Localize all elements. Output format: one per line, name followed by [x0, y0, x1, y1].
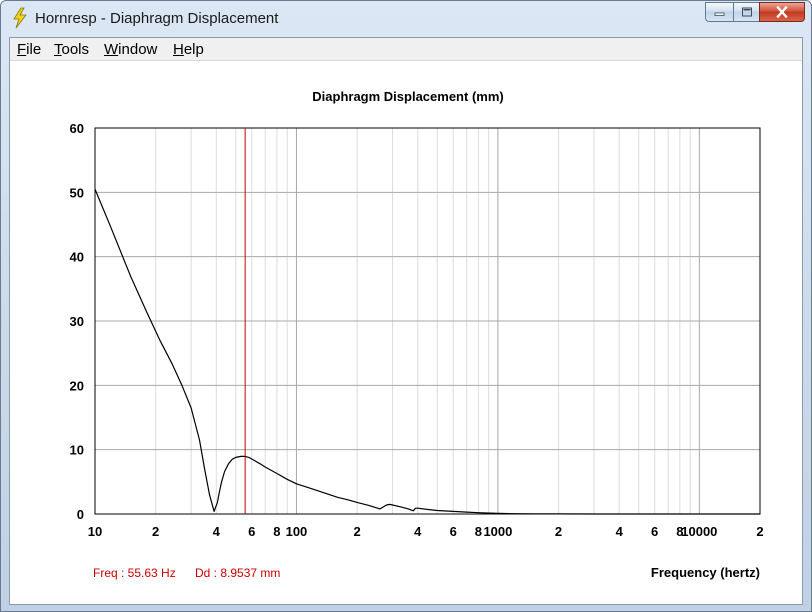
x-tick-label: 100: [286, 524, 308, 539]
grid: [94, 127, 761, 515]
y-axis-ticks: 0 10 20 30 40 50 60: [70, 121, 84, 522]
window-title: Hornresp - Diaphragm Displacement: [35, 10, 279, 27]
x-tick-label: 2: [353, 524, 360, 539]
maximize-button[interactable]: [733, 2, 759, 22]
chart-title: Diaphragm Displacement (mm): [312, 89, 503, 104]
y-tick-label: 0: [77, 507, 84, 522]
x-tick-label: 4: [616, 524, 624, 539]
maximize-icon: [741, 7, 752, 17]
y-tick-label: 40: [70, 250, 84, 265]
y-tick-label: 20: [70, 378, 84, 393]
minimize-icon: [714, 12, 724, 16]
caption-buttons: [705, 2, 805, 24]
minimize-button[interactable]: [705, 2, 733, 22]
x-tick-label: 10: [88, 524, 102, 539]
x-tick-label: 2: [756, 524, 763, 539]
displacement-chart[interactable]: Diaphragm Displacement (mm) 0 10 20 30 40 50 6…: [10, 38, 802, 604]
y-tick-label: 10: [70, 443, 84, 458]
y-tick-label: 30: [70, 314, 84, 329]
x-tick-label: 1000: [483, 524, 512, 539]
freq-readout: Freq : 55.63 Hz: [93, 566, 176, 580]
x-tick-label: 6: [248, 524, 255, 539]
title-bar[interactable]: Hornresp - Diaphragm Displacement: [1, 1, 811, 37]
curve-group: [94, 188, 760, 515]
x-tick-label: 6: [651, 524, 658, 539]
x-tick-label: 8: [273, 524, 280, 539]
x-axis-ticks: 10 2 4 6 8 100 2 4 6 8 1000 2 4 6 810000 2: [88, 524, 764, 539]
x-tick-label: 2: [152, 524, 159, 539]
x-tick-label: 2: [555, 524, 562, 539]
x-tick-label: 6: [450, 524, 457, 539]
x-tick-label: 4: [213, 524, 221, 539]
x-tick-label: 8: [475, 524, 482, 539]
x-tick-label: 4: [414, 524, 422, 539]
lightning-bolt-icon: [13, 7, 27, 29]
y-tick-label: 60: [70, 121, 84, 136]
x-axis-label: Frequency (hertz): [651, 565, 760, 580]
client-area: File Tools Window Help Diaphragm Displac…: [9, 37, 803, 605]
close-icon: [776, 6, 788, 18]
app-window: Hornresp - Diaphragm Displacement File T…: [0, 0, 812, 612]
x-tick-label: 10000: [681, 524, 717, 539]
displacement-curve: [94, 188, 760, 515]
close-button[interactable]: [759, 2, 805, 22]
displacement-readout: Dd : 8.9537 mm: [195, 566, 280, 580]
y-tick-label: 50: [70, 185, 84, 200]
